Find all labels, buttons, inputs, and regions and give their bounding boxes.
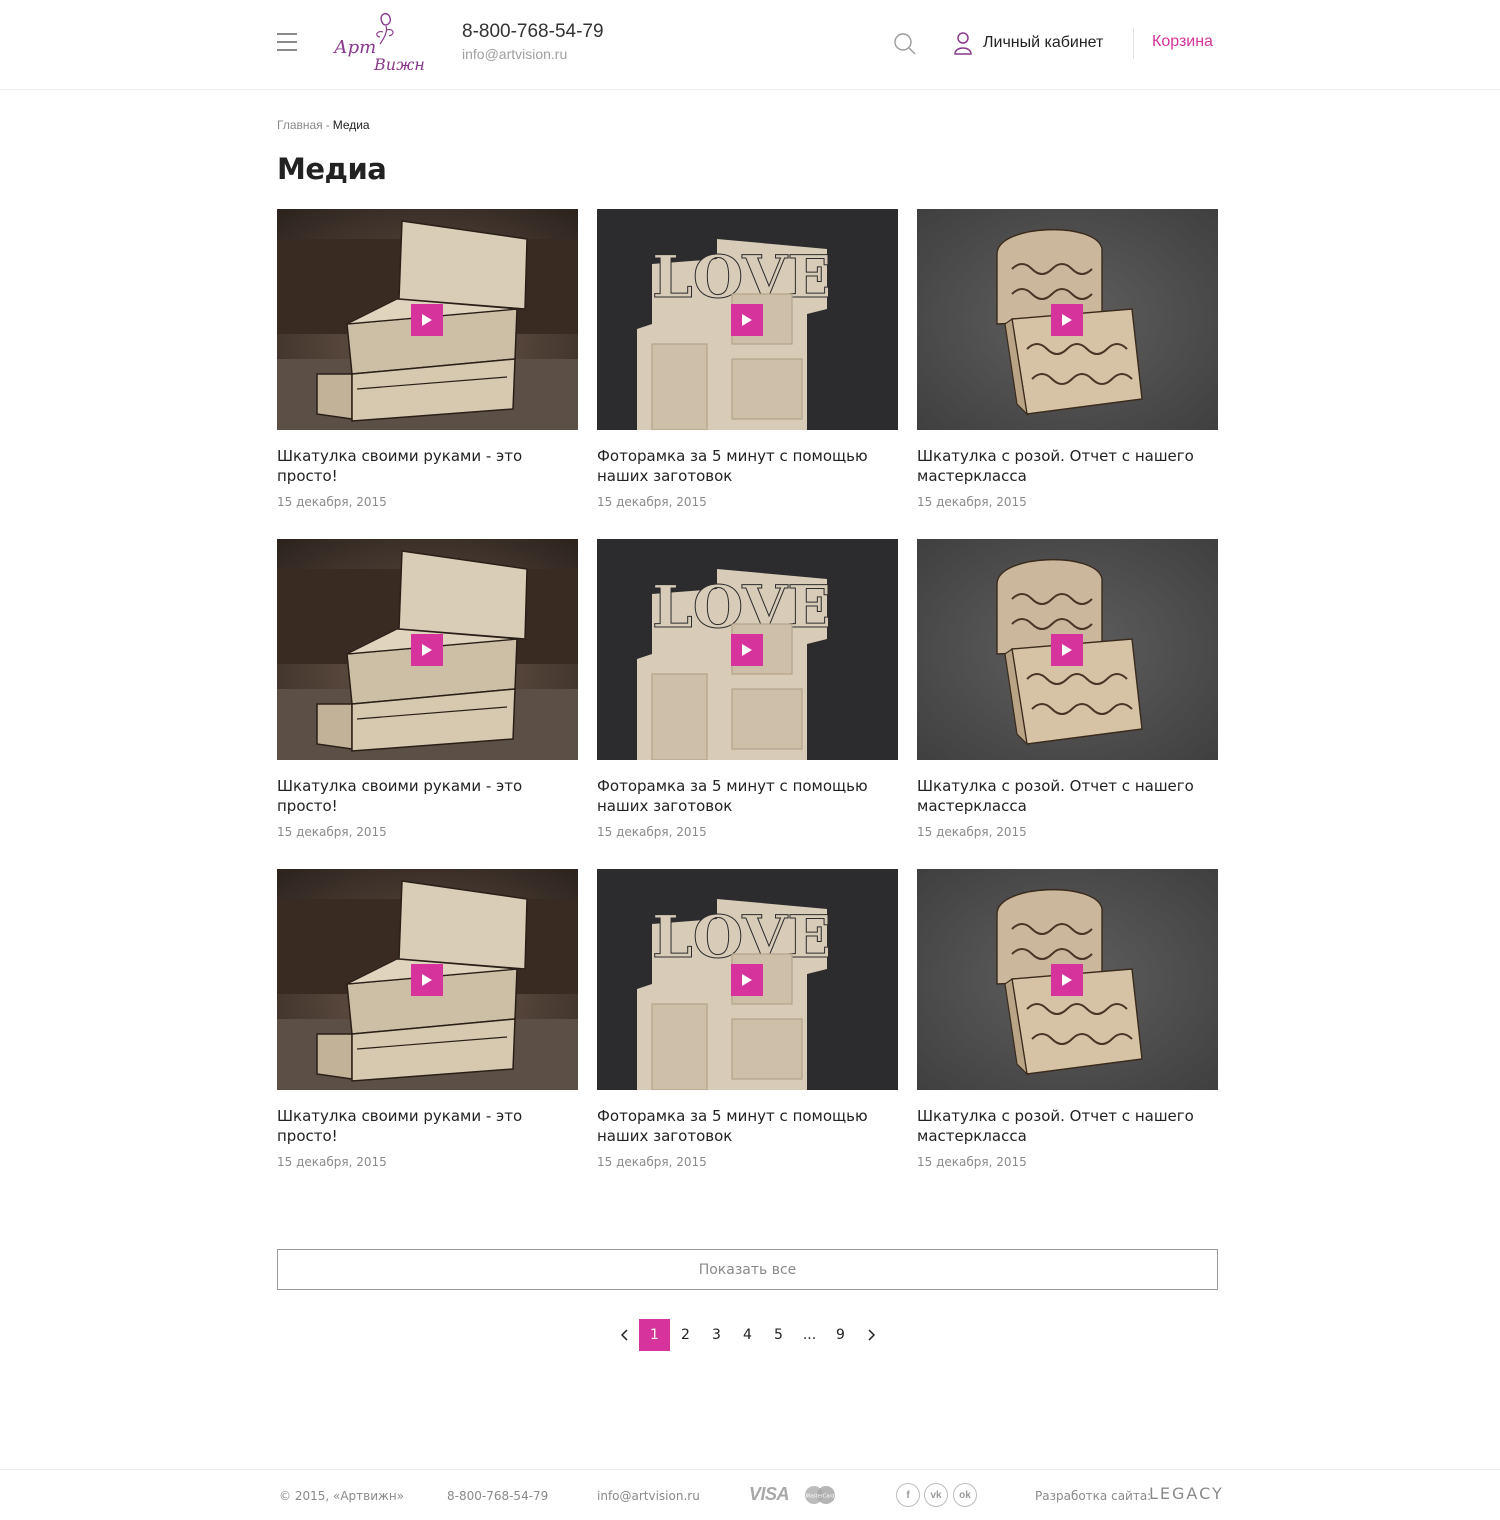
media-date: 15 декабря, 2015 (277, 1155, 387, 1169)
play-icon[interactable] (411, 964, 443, 996)
play-icon[interactable] (1051, 634, 1083, 666)
pagination-page[interactable]: 1 (639, 1319, 670, 1351)
mastercard-logo: MasterCard (800, 1485, 840, 1505)
media-thumbnail[interactable]: LOVE (597, 539, 898, 760)
footer-copyright: © 2015, «Артвижн» (279, 1489, 405, 1503)
breadcrumb: Главная - Медиа (277, 118, 370, 132)
media-card[interactable]: Шкатулка своими руками - это просто! 15 … (277, 869, 578, 1169)
developer-logo[interactable]: LEGACY (1149, 1484, 1224, 1503)
media-title[interactable]: Фоторамка за 5 минут с помощью наших заг… (597, 1106, 898, 1146)
media-card[interactable]: Шкатулка своими руками - это просто! 15 … (277, 539, 578, 839)
media-thumbnail[interactable]: LOVE (597, 209, 898, 430)
breadcrumb-current: Медиа (332, 118, 370, 132)
media-date: 15 декабря, 2015 (917, 825, 1027, 839)
media-title[interactable]: Шкатулка с розой. Отчет с нашего мастерк… (917, 1106, 1218, 1146)
footer-email[interactable]: info@artvision.ru (597, 1489, 700, 1503)
media-card[interactable]: LOVE Фоторамка за 5 минут с помощью наши… (597, 539, 898, 839)
media-date: 15 декабря, 2015 (917, 495, 1027, 509)
vk-icon[interactable]: vk (924, 1483, 948, 1507)
play-icon[interactable] (731, 304, 763, 336)
media-card[interactable]: LOVE Фоторамка за 5 минут с помощью наши… (597, 209, 898, 509)
media-date: 15 декабря, 2015 (917, 1155, 1027, 1169)
logo-graphic: Арт Вижн (332, 12, 425, 74)
odnoklassniki-icon[interactable]: ok (953, 1483, 977, 1507)
play-icon[interactable] (1051, 964, 1083, 996)
account-label: Личный кабинет (983, 34, 1104, 51)
media-thumbnail[interactable]: LOVE (597, 869, 898, 1090)
media-date: 15 декабря, 2015 (597, 1155, 707, 1169)
media-card[interactable]: Шкатулка с розой. Отчет с нашего мастерк… (917, 869, 1218, 1169)
media-thumbnail[interactable] (917, 539, 1218, 760)
pagination-page[interactable]: 5 (763, 1319, 794, 1351)
media-date: 15 декабря, 2015 (277, 495, 387, 509)
media-title[interactable]: Фоторамка за 5 минут с помощью наших заг… (597, 776, 898, 816)
header-phone[interactable]: 8-800-768-54-79 (462, 21, 604, 43)
site-logo[interactable]: Арт Вижн (330, 8, 430, 76)
media-card[interactable]: Шкатулка своими руками - это просто! 15 … (277, 209, 578, 509)
media-thumbnail[interactable] (277, 539, 578, 760)
breadcrumb-separator: - (325, 118, 330, 132)
pagination-page[interactable]: 3 (701, 1319, 732, 1351)
site-footer: © 2015, «Артвижн» 8-800-768-54-79 info@a… (0, 1469, 1500, 1520)
facebook-icon[interactable]: f (896, 1483, 920, 1507)
media-date: 15 декабря, 2015 (597, 495, 707, 509)
media-title[interactable]: Шкатулка с розой. Отчет с нашего мастерк… (917, 446, 1218, 486)
media-thumbnail[interactable] (277, 209, 578, 430)
media-title[interactable]: Шкатулка своими руками - это просто! (277, 776, 578, 816)
media-thumbnail[interactable] (917, 869, 1218, 1090)
chevron-right-icon[interactable] (856, 1319, 887, 1351)
cart-link[interactable]: Корзина (1152, 33, 1213, 51)
media-thumbnail[interactable] (917, 209, 1218, 430)
header-email[interactable]: info@artvision.ru (462, 46, 567, 62)
pagination-page[interactable]: 9 (825, 1319, 856, 1351)
visa-logo: VISA (749, 1484, 790, 1504)
play-icon[interactable] (731, 634, 763, 666)
play-icon[interactable] (411, 304, 443, 336)
breadcrumb-home[interactable]: Главная (277, 118, 323, 132)
pagination-ellipsis: ... (802, 1327, 817, 1343)
media-date: 15 декабря, 2015 (277, 825, 387, 839)
mastercard-text: MasterCard (806, 1494, 836, 1500)
footer-phone[interactable]: 8-800-768-54-79 (447, 1489, 548, 1503)
play-icon[interactable] (731, 964, 763, 996)
play-icon[interactable] (411, 634, 443, 666)
search-icon[interactable] (893, 32, 917, 56)
media-thumbnail[interactable] (277, 869, 578, 1090)
footer-dev-label: Разработка сайта: (1035, 1489, 1152, 1503)
pagination-page[interactable]: 4 (732, 1319, 763, 1351)
chevron-left-icon[interactable] (608, 1319, 639, 1351)
logo-text-2: Вижн (373, 55, 425, 74)
media-card[interactable]: Шкатулка с розой. Отчет с нашего мастерк… (917, 209, 1218, 509)
header-divider (1133, 28, 1134, 59)
site-header: Арт Вижн 8-800-768-54-79 info@artvision.… (0, 0, 1500, 90)
media-date: 15 декабря, 2015 (597, 825, 707, 839)
menu-icon[interactable] (277, 33, 297, 53)
account-link[interactable]: Личный кабинет (953, 31, 1103, 55)
media-card[interactable]: LOVE Фоторамка за 5 минут с помощью наши… (597, 869, 898, 1169)
media-card[interactable]: Шкатулка с розой. Отчет с нашего мастерк… (917, 539, 1218, 839)
pagination: 1 2 3 4 5... 9 (608, 1319, 887, 1351)
logo-text-1: Арт (332, 37, 376, 58)
media-title[interactable]: Шкатулка своими руками - это просто! (277, 446, 578, 486)
media-title[interactable]: Шкатулка своими руками - это просто! (277, 1106, 578, 1146)
show-all-button[interactable]: Показать все (277, 1249, 1218, 1290)
media-title[interactable]: Фоторамка за 5 минут с помощью наших заг… (597, 446, 898, 486)
media-title[interactable]: Шкатулка с розой. Отчет с нашего мастерк… (917, 776, 1218, 816)
play-icon[interactable] (1051, 304, 1083, 336)
page-title: Медиа (277, 152, 387, 186)
user-icon (954, 32, 972, 55)
pagination-page[interactable]: 2 (670, 1319, 701, 1351)
